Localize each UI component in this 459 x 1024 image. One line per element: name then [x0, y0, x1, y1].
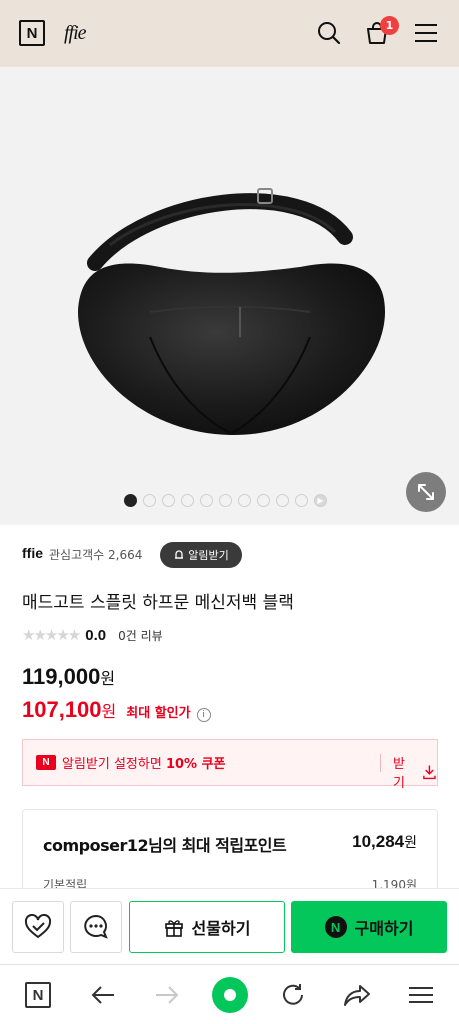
store-fan-count: 관심고객수 2,664: [49, 548, 143, 562]
naver-pay-icon: N: [324, 916, 347, 938]
buy-label: 구매하기: [354, 919, 414, 938]
rating-row[interactable]: ★★★★★ 0.0 0건 리뷰: [22, 626, 163, 644]
gallery-pagination: ▶: [124, 494, 327, 507]
coupon-get-button[interactable]: 받기: [393, 753, 437, 791]
video-dot-icon[interactable]: ▶: [314, 494, 327, 507]
coupon-text-prefix: 알림받기 설정하면: [62, 757, 166, 772]
download-icon: [423, 765, 436, 780]
brand-logo[interactable]: ffie: [64, 22, 87, 45]
won-unit: 원: [101, 704, 117, 721]
nav-back-button[interactable]: [85, 977, 121, 1013]
review-count[interactable]: 0건 리뷰: [118, 627, 163, 644]
info-icon[interactable]: i: [196, 708, 211, 722]
bottom-navigation: N: [0, 964, 459, 1024]
nav-forward-button[interactable]: [149, 977, 185, 1013]
purchase-bar: 선물하기 N 구매하기: [0, 888, 459, 964]
points-title: composer12님의 최대 적립포인트: [43, 836, 287, 855]
won-unit: 원: [404, 834, 417, 850]
gift-button[interactable]: 선물하기: [129, 901, 285, 953]
wishlist-button[interactable]: [12, 901, 64, 953]
menu-icon[interactable]: [411, 18, 441, 48]
gallery-dot[interactable]: [143, 494, 156, 507]
gallery-dot[interactable]: [219, 494, 232, 507]
share-icon: [344, 985, 370, 1006]
gallery-dot[interactable]: [257, 494, 270, 507]
rating-stars-icon: ★★★★★: [22, 626, 81, 644]
talk-button[interactable]: [70, 901, 122, 953]
arrow-right-icon: [156, 986, 179, 1004]
rating-score: 0.0: [85, 626, 107, 644]
buy-button[interactable]: N 구매하기: [291, 901, 447, 953]
naver-home-icon: N: [25, 982, 51, 1008]
sale-price: 107,100 원 최대 할인가 i: [22, 697, 211, 723]
notify-button[interactable]: 알림받기: [160, 542, 242, 568]
heart-check-icon: [24, 914, 52, 939]
cart-count-badge: 1: [380, 16, 399, 35]
gallery-dot[interactable]: [181, 494, 194, 507]
arrow-left-icon: [91, 986, 114, 1004]
points-value: 10,284원: [352, 832, 417, 852]
notify-label: 알림받기: [188, 549, 229, 562]
expand-icon: [418, 484, 434, 500]
naver-badge-icon: N: [36, 755, 56, 770]
top-header: N ffie 1: [0, 0, 459, 67]
gift-icon: [164, 920, 183, 937]
nav-share-button[interactable]: [339, 977, 375, 1013]
coupon-get-label: 받기: [393, 757, 405, 791]
gallery-dot[interactable]: [200, 494, 213, 507]
coupon-text: 알림받기 설정하면 10% 쿠폰: [62, 753, 226, 772]
won-unit: 원: [100, 671, 116, 688]
store-name[interactable]: ffie: [22, 545, 43, 561]
gallery-dot[interactable]: [238, 494, 251, 507]
menu-icon: [409, 987, 433, 1003]
product-title: 매드고트 스플릿 하프문 메신저백 블랙: [22, 593, 294, 613]
original-price: 119,000원: [22, 664, 115, 690]
refresh-icon: [283, 984, 303, 1005]
divider: [380, 754, 381, 772]
search-icon[interactable]: [314, 18, 344, 48]
coupon-banner[interactable]: N 알림받기 설정하면 10% 쿠폰 받기: [22, 739, 438, 791]
expand-image-button[interactable]: [406, 472, 446, 512]
sale-price-label: 최대 할인가: [126, 706, 191, 721]
coupon-text-highlight: 10% 쿠폰: [165, 757, 226, 772]
nav-home-button[interactable]: N: [20, 977, 56, 1013]
gallery-dot[interactable]: [276, 494, 289, 507]
gallery-dot[interactable]: [295, 494, 308, 507]
points-amount: 10,284: [352, 832, 405, 851]
bell-plus-icon: [175, 550, 184, 559]
sale-price-value: 107,100: [22, 697, 102, 722]
gallery-dot[interactable]: [162, 494, 175, 507]
nav-refresh-button[interactable]: [275, 977, 311, 1013]
chat-icon: [84, 914, 108, 939]
gallery-dot[interactable]: [124, 494, 137, 507]
nav-green-dot-button[interactable]: [212, 977, 248, 1013]
naver-home-logo[interactable]: N: [19, 20, 45, 46]
nav-menu-button[interactable]: [403, 977, 439, 1013]
product-image[interactable]: [0, 67, 459, 525]
green-dot-icon: [212, 977, 248, 1013]
original-price-value: 119,000: [22, 664, 101, 689]
gift-label: 선물하기: [191, 919, 251, 938]
